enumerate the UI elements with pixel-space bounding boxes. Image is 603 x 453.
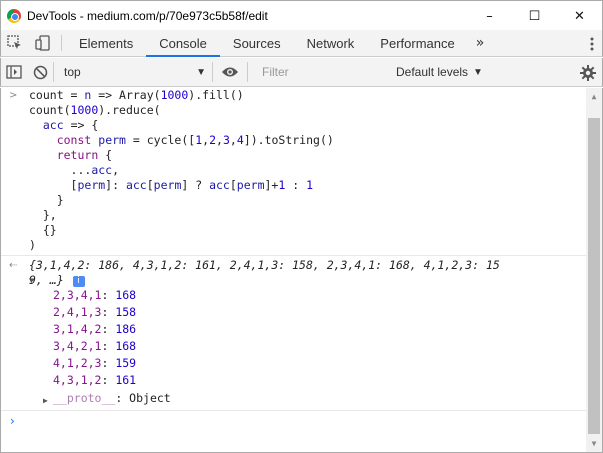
result-preview-line1: {3,1,4,2: 186, 4,3,1,2: 161, 2,4,1,3: 15… [29,258,500,272]
context-label: top [64,65,81,79]
entry-key: 4,1,2,3 [53,356,102,370]
result-arrow-icon: ⇠ [9,260,18,271]
console-prompt-input[interactable] [23,412,583,432]
entry-value: 186 [115,322,137,336]
dropdown-arrow-icon: ▼ [473,66,483,78]
info-icon[interactable]: i [72,276,85,287]
entry-value: 161 [115,373,137,387]
window-controls: – ☐ ✕ [467,1,602,31]
entry-key: 2,3,4,1 [53,288,102,302]
code-line: const perm = cycle([1,2,3,4]).toString() [56,133,334,147]
log-levels-label: Default levels [396,65,469,79]
result-preview: 9, …} i [29,273,85,288]
filter-input[interactable]: Filter [254,61,388,83]
code-line: ...acc, [29,163,120,177]
code-line: count = n => Array(1000).fill() [29,88,244,102]
entry-value: 158 [115,305,137,319]
gear-icon[interactable] [580,58,596,87]
object-entry: 2,4,1,3: 158 [53,305,137,319]
expand-triangle-icon[interactable]: ▼ [29,273,34,288]
context-selector[interactable]: top ▼ [54,61,212,83]
kebab-menu-icon[interactable] [590,30,594,57]
tab-performance[interactable]: Performance [367,30,467,56]
tab-console[interactable]: Console [146,30,220,57]
code-line: acc => { [42,118,99,132]
proto-value: Object [129,391,171,405]
entry-key: 2,4,1,3 [53,305,102,319]
code-line: }, [29,208,57,222]
entry-value: 168 [115,288,137,302]
code-line: {} [29,223,57,237]
object-entry: 4,3,1,2: 161 [53,373,137,387]
object-entry: 4,1,2,3: 159 [53,356,137,370]
entry-value: 168 [115,339,137,353]
close-button[interactable]: ✕ [557,1,602,31]
result-preview[interactable]: {3,1,4,2: 186, 4,3,1,2: 161, 2,4,1,3: 15… [29,258,500,273]
device-toolbar-icon[interactable] [29,30,57,56]
console-output[interactable]: > count = n => Array(1000).fill() count(… [0,88,603,453]
title-bar: DevTools - medium.com/p/70e973c5b58f/edi… [0,0,603,30]
scrollbar-thumb[interactable] [588,118,600,434]
scroll-down-icon[interactable]: ▼ [586,435,602,452]
sidebar-toggle-icon[interactable] [1,58,27,87]
object-entry: 3,4,2,1: 168 [53,339,137,353]
inspect-icon[interactable] [1,30,29,56]
code-line: [perm]: acc[perm] ? acc[perm]+1 : 1 [29,178,314,192]
toolbar-divider [61,35,62,51]
chrome-logo-icon [7,8,21,23]
entry-divider [1,410,588,411]
tab-elements[interactable]: Elements [66,30,146,56]
dropdown-arrow-icon: ▼ [196,66,206,78]
expand-triangle-icon[interactable]: ▶ [43,393,48,408]
input-caret-icon: > [9,90,18,101]
entry-key: 3,1,4,2 [53,322,102,336]
entry-divider [1,255,588,256]
entry-key: 4,3,1,2 [53,373,102,387]
toolbar-divider [247,62,248,82]
entry-key: 3,4,2,1 [53,339,102,353]
more-tabs-icon[interactable]: » [468,30,493,56]
vertical-scrollbar[interactable]: ▲ ▼ [586,88,602,452]
code-line: count(1000).reduce( [29,103,161,117]
result-preview-line2: 9, …} [29,273,64,287]
prompt-caret-icon: › [10,414,15,428]
maximize-button[interactable]: ☐ [512,1,557,31]
eye-icon[interactable] [213,58,247,87]
tab-network[interactable]: Network [294,30,368,56]
proto-key: __proto__ [53,391,116,405]
entry-value: 159 [115,356,137,370]
window-title: DevTools - medium.com/p/70e973c5b58f/edi… [27,8,268,23]
code-line: return { [56,148,113,162]
proto-entry[interactable]: __proto__: Object [53,391,171,406]
tab-sources[interactable]: Sources [220,30,294,56]
clear-console-icon[interactable] [27,58,53,87]
minimize-button[interactable]: – [467,1,512,31]
object-entry: 3,1,4,2: 186 [53,322,137,336]
scroll-up-icon[interactable]: ▲ [586,88,602,105]
code-line: ) [29,238,36,252]
devtools-tab-bar: Elements Console Sources Network Perform… [0,30,603,57]
log-levels-dropdown[interactable]: Default levels ▼ [396,65,483,79]
object-entry: 2,3,4,1: 168 [53,288,137,302]
console-toolbar: top ▼ Filter Default levels ▼ [0,58,603,87]
code-line: } [29,193,64,207]
